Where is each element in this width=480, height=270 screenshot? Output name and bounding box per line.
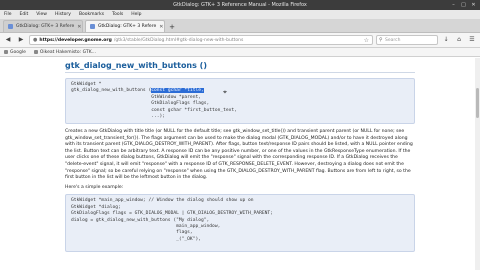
new-tab-icon[interactable]: + <box>167 22 177 32</box>
page-content[interactable]: gtk_dialog_new_with_buttons () GtkWidget… <box>0 58 480 270</box>
menu-icon[interactable]: ☰ <box>467 35 477 45</box>
bookmark-google[interactable]: Google <box>4 50 26 55</box>
code-line: _("_OK"), <box>71 236 201 242</box>
description-paragraph: Creates a new GtkDialog with title title… <box>65 129 413 181</box>
minimize-icon[interactable]: – <box>450 2 457 8</box>
menu-edit[interactable]: Edit <box>20 10 29 19</box>
menu-help[interactable]: Help <box>131 10 141 19</box>
search-placeholder: Search <box>385 38 401 43</box>
navigation-bar: ◀ ▶ ● https://developer.gnome.org /gtk3/… <box>0 33 480 48</box>
gnome-favicon-icon <box>90 24 95 29</box>
search-icon: ⚲ <box>379 37 383 43</box>
bookmark-star-icon[interactable]: ☆ <box>364 37 369 44</box>
google-favicon-icon <box>4 50 8 54</box>
selected-text: const gchar *title, <box>151 88 204 94</box>
gnome-favicon-icon <box>8 24 13 29</box>
home-icon[interactable]: ⌂ <box>454 35 464 45</box>
code-example: GtkWidget *main_app_window; // Window th… <box>65 194 415 253</box>
tab-gtkdialog-1[interactable]: GtkDialog: GTK+ 3 Refere ✕ <box>3 20 83 32</box>
synopsis-line: ...); <box>71 114 166 120</box>
function-synopsis: GtkWidget * gtk_dialog_new_with_buttons … <box>65 78 415 124</box>
menu-tools[interactable]: Tools <box>112 10 123 19</box>
tab-bar: GtkDialog: GTK+ 3 Refere ✕ GtkDialog: GT… <box>0 19 480 33</box>
search-input[interactable]: ⚲ Search <box>376 35 438 45</box>
window-title: GtkDialog: GTK+ 3 Reference Manual - Moz… <box>173 2 307 8</box>
function-title: gtk_dialog_new_with_buttons () <box>65 61 207 70</box>
scrollbar-thumb[interactable] <box>476 88 479 118</box>
vertical-scrollbar[interactable] <box>475 58 480 270</box>
menu-bar: File Edit View History Bookmarks Tools H… <box>0 10 480 19</box>
url-path: /gtk3/stable/GtkDialog.html#gtk-dialog-n… <box>113 37 244 43</box>
example-intro: Here's a simple example: <box>65 184 124 190</box>
menu-view[interactable]: View <box>36 10 47 19</box>
tab-label: GtkDialog: GTK+ 3 Refere <box>16 23 75 29</box>
url-bar[interactable]: ● https://developer.gnome.org /gtk3/stab… <box>29 35 373 45</box>
menu-bookmarks[interactable]: Bookmarks <box>79 10 104 19</box>
doc-page: gtk_dialog_new_with_buttons () GtkWidget… <box>65 58 415 253</box>
browser-window: GtkDialog: GTK+ 3 Reference Manual - Moz… <box>0 0 480 270</box>
bookmark-oikeat[interactable]: Oikeat Hakemisto: GTK... <box>33 49 96 55</box>
title-bar: GtkDialog: GTK+ 3 Reference Manual - Moz… <box>0 0 480 10</box>
back-icon[interactable]: ◀ <box>3 35 13 45</box>
menu-history[interactable]: History <box>55 10 71 19</box>
title-divider <box>65 72 415 73</box>
menu-file[interactable]: File <box>4 10 12 19</box>
tab-close-icon[interactable]: ✕ <box>159 21 163 32</box>
maximize-icon[interactable]: □ <box>460 2 467 8</box>
forward-icon[interactable]: ▶ <box>16 35 26 45</box>
text-cursor-icon: ⌖ <box>223 88 227 96</box>
lock-icon: ● <box>33 37 38 43</box>
tab-close-icon[interactable]: ✕ <box>77 21 81 32</box>
tab-gtkdialog-2[interactable]: GtkDialog: GTK+ 3 Refere ✕ <box>85 20 165 32</box>
synopsis-prefix: gtk_dialog_new_with_buttons ( <box>71 88 152 94</box>
url-host: https://developer.gnome.org <box>39 37 112 43</box>
close-icon[interactable]: ✕ <box>470 2 477 8</box>
tab-label: GtkDialog: GTK+ 3 Refere <box>98 23 157 29</box>
bookmark-label: Oikeat Hakemisto: GTK... <box>39 49 96 55</box>
function-description: Creates a new GtkDialog with title title… <box>65 129 415 191</box>
bookmark-label: Google <box>10 49 26 55</box>
folder-icon <box>33 50 38 54</box>
bookmarks-toolbar: Google Oikeat Hakemisto: GTK... <box>0 48 480 57</box>
download-icon[interactable]: ↓ <box>441 35 451 45</box>
